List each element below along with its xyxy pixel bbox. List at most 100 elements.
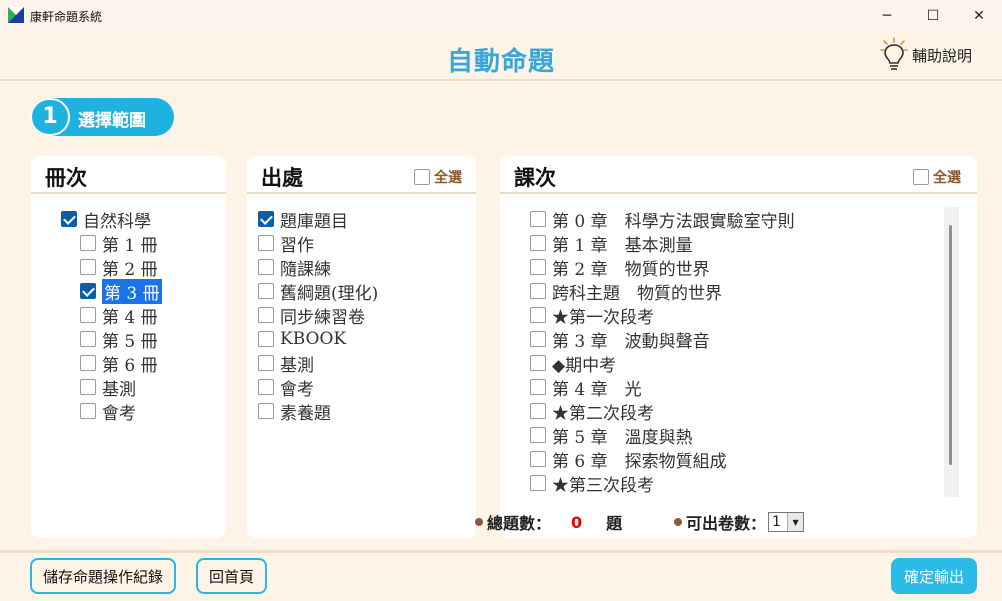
footer-divider	[0, 550, 1002, 553]
copies-value: 1	[772, 514, 781, 530]
source-item[interactable]: 會考	[258, 376, 314, 400]
copies-select[interactable]: 1 ▼	[768, 512, 805, 532]
step-indicator: 1 選擇範圍	[30, 98, 174, 136]
scrollbar-thumb[interactable]	[949, 225, 952, 465]
item-checkbox[interactable]	[80, 403, 96, 419]
item-label: 第 1 章 基本測量	[552, 235, 693, 256]
volumes-panel: 冊次 自然科學第 1 冊第 2 冊第 3 冊第 4 冊第 5 冊第 6 冊基測會…	[31, 156, 226, 538]
source-item[interactable]: 隨課練	[258, 256, 331, 280]
lesson-item[interactable]: 第 2 章 物質的世界	[530, 256, 710, 280]
volumes-title: 冊次	[45, 166, 87, 190]
total-questions: 總題數： 0 題	[475, 510, 622, 534]
item-checkbox[interactable]	[530, 475, 546, 491]
volume-item[interactable]: 第 5 冊	[80, 328, 158, 352]
lesson-item[interactable]: 第 3 章 波動與聲音	[530, 328, 710, 352]
item-label: 隨課練	[280, 259, 331, 280]
lesson-item[interactable]: 第 0 章 科學方法跟實驗室守則	[530, 208, 795, 232]
item-checkbox[interactable]	[258, 235, 274, 251]
close-button[interactable]: ✕	[956, 0, 1002, 31]
item-checkbox[interactable]	[258, 403, 274, 419]
close-icon: ✕	[973, 7, 985, 24]
volume-item[interactable]: 第 3 冊	[80, 278, 162, 304]
window-title: 康軒命題系統	[30, 10, 103, 24]
help-label: 輔助說明	[912, 46, 973, 65]
source-item[interactable]: 題庫題目	[258, 208, 348, 232]
select-all-checkbox[interactable]	[414, 169, 430, 185]
lesson-item[interactable]: 第 6 章 探索物質組成	[530, 448, 727, 472]
item-label: KBOOK	[280, 329, 347, 349]
volume-item[interactable]: 會考	[80, 400, 136, 424]
item-checkbox[interactable]	[258, 307, 274, 323]
lesson-item[interactable]: 第 4 章 光	[530, 376, 642, 400]
lesson-item[interactable]: ★第一次段考	[530, 304, 654, 328]
total-label: 總題數：	[487, 514, 552, 533]
volume-item[interactable]: 第 2 冊	[80, 256, 158, 280]
item-checkbox[interactable]	[258, 259, 274, 275]
item-checkbox[interactable]	[530, 307, 546, 323]
item-checkbox[interactable]	[61, 211, 77, 227]
volumes-panel-header: 冊次	[31, 156, 226, 194]
item-checkbox[interactable]	[530, 235, 546, 251]
item-checkbox[interactable]	[530, 259, 546, 275]
item-checkbox[interactable]	[80, 235, 96, 251]
home-button[interactable]: 回首頁	[196, 558, 267, 594]
minimize-icon: ─	[882, 7, 892, 24]
save-log-button[interactable]: 儲存命題操作紀錄	[30, 558, 176, 594]
item-label: 第 4 章 光	[552, 379, 642, 400]
lessons-select-all[interactable]: 全選	[913, 167, 961, 187]
item-label: 第 2 章 物質的世界	[552, 259, 710, 280]
lesson-item[interactable]: ★第二次段考	[530, 400, 654, 424]
item-checkbox[interactable]	[530, 331, 546, 347]
item-checkbox[interactable]	[258, 355, 274, 371]
volume-item[interactable]: 第 4 冊	[80, 304, 158, 328]
item-checkbox[interactable]	[258, 379, 274, 395]
sources-panel: 出處 全選 題庫題目 習作 隨課練 舊綱題(理化) 同步練習卷 KBOOK 基測 會考 素養題	[247, 156, 476, 538]
item-checkbox[interactable]	[530, 451, 546, 467]
item-label: ★第二次段考	[552, 403, 654, 424]
copies-label: 可出卷數：	[686, 514, 767, 533]
lesson-item[interactable]: 第 5 章 溫度與熱	[530, 424, 693, 448]
item-label: 會考	[280, 379, 314, 400]
help-button[interactable]: 輔助說明	[880, 37, 972, 73]
item-checkbox[interactable]	[80, 355, 96, 371]
item-checkbox[interactable]	[530, 355, 546, 371]
source-item[interactable]: 舊綱題(理化)	[258, 280, 378, 304]
source-item[interactable]: 同步練習卷	[258, 304, 365, 328]
item-checkbox[interactable]	[530, 283, 546, 299]
item-checkbox[interactable]	[80, 307, 96, 323]
confirm-output-button[interactable]: 確定輸出	[891, 558, 977, 594]
volume-item[interactable]: 第 1 冊	[80, 232, 158, 256]
item-checkbox[interactable]	[80, 259, 96, 275]
item-checkbox[interactable]	[530, 211, 546, 227]
item-label: 第 3 章 波動與聲音	[552, 331, 710, 352]
item-checkbox[interactable]	[530, 379, 546, 395]
item-label: ◆期中考	[552, 355, 617, 376]
volume-item[interactable]: 自然科學	[61, 208, 151, 232]
item-checkbox[interactable]	[258, 211, 274, 227]
volume-item[interactable]: 基測	[80, 376, 136, 400]
select-all-checkbox[interactable]	[913, 169, 929, 185]
source-item[interactable]: KBOOK	[258, 328, 346, 350]
lessons-scrollbar[interactable]	[944, 207, 959, 497]
item-label: 跨科主題 物質的世界	[552, 283, 722, 304]
source-item[interactable]: 素養題	[258, 400, 331, 424]
lesson-item[interactable]: 第 1 章 基本測量	[530, 232, 693, 256]
minimize-button[interactable]: ─	[864, 0, 910, 31]
lesson-item[interactable]: 跨科主題 物質的世界	[530, 280, 722, 304]
maximize-button[interactable]: ☐	[910, 0, 956, 31]
lessons-title: 課次	[514, 166, 556, 190]
item-checkbox[interactable]	[80, 331, 96, 347]
source-item[interactable]: 基測	[258, 352, 314, 376]
lesson-item[interactable]: ◆期中考	[530, 352, 617, 376]
sources-select-all[interactable]: 全選	[414, 167, 462, 187]
item-checkbox[interactable]	[80, 379, 96, 395]
item-checkbox[interactable]	[80, 283, 96, 299]
item-checkbox[interactable]	[530, 427, 546, 443]
volume-item[interactable]: 第 6 冊	[80, 352, 158, 376]
item-checkbox[interactable]	[258, 331, 274, 347]
item-checkbox[interactable]	[258, 283, 274, 299]
item-label: 第 1 冊	[102, 235, 158, 256]
lesson-item[interactable]: ★第三次段考	[530, 472, 654, 496]
item-checkbox[interactable]	[530, 403, 546, 419]
source-item[interactable]: 習作	[258, 232, 314, 256]
